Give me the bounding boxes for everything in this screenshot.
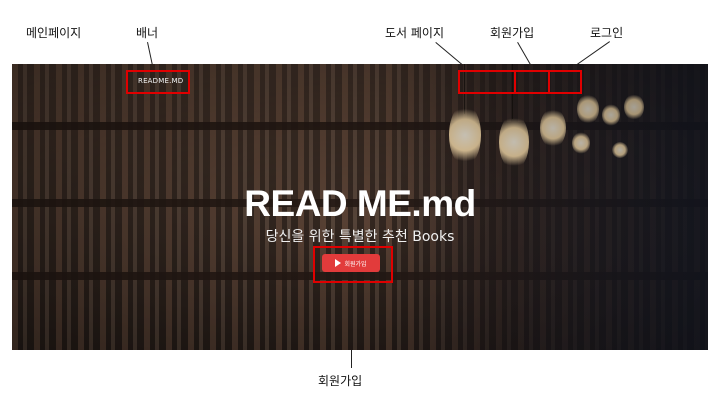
annotation-banner: 배너 [136,26,159,40]
brand-logo-link[interactable]: README.MD [138,77,183,85]
signup-button[interactable]: 회원가입 [322,254,380,272]
annotation-main-page: 메인페이지 [26,26,82,40]
annotation-signup-bottom: 회원가입 [318,374,363,388]
nav-divider [548,70,550,94]
nav-divider [514,70,516,94]
nav-signup-link[interactable] [517,74,547,88]
annotation-login: 로그인 [590,26,624,40]
hero-subtitle: 당신을 위한 특별한 추천 Books [265,229,455,245]
nav-book-page-link[interactable] [462,74,512,88]
play-icon [335,259,342,267]
annotation-signup: 회원가입 [490,26,535,40]
hero-title: READ ME.md [244,183,476,224]
annotation-book-page: 도서 페이지 [385,26,445,40]
nav-login-link[interactable] [551,74,577,88]
signup-button-label: 회원가입 [344,260,367,268]
